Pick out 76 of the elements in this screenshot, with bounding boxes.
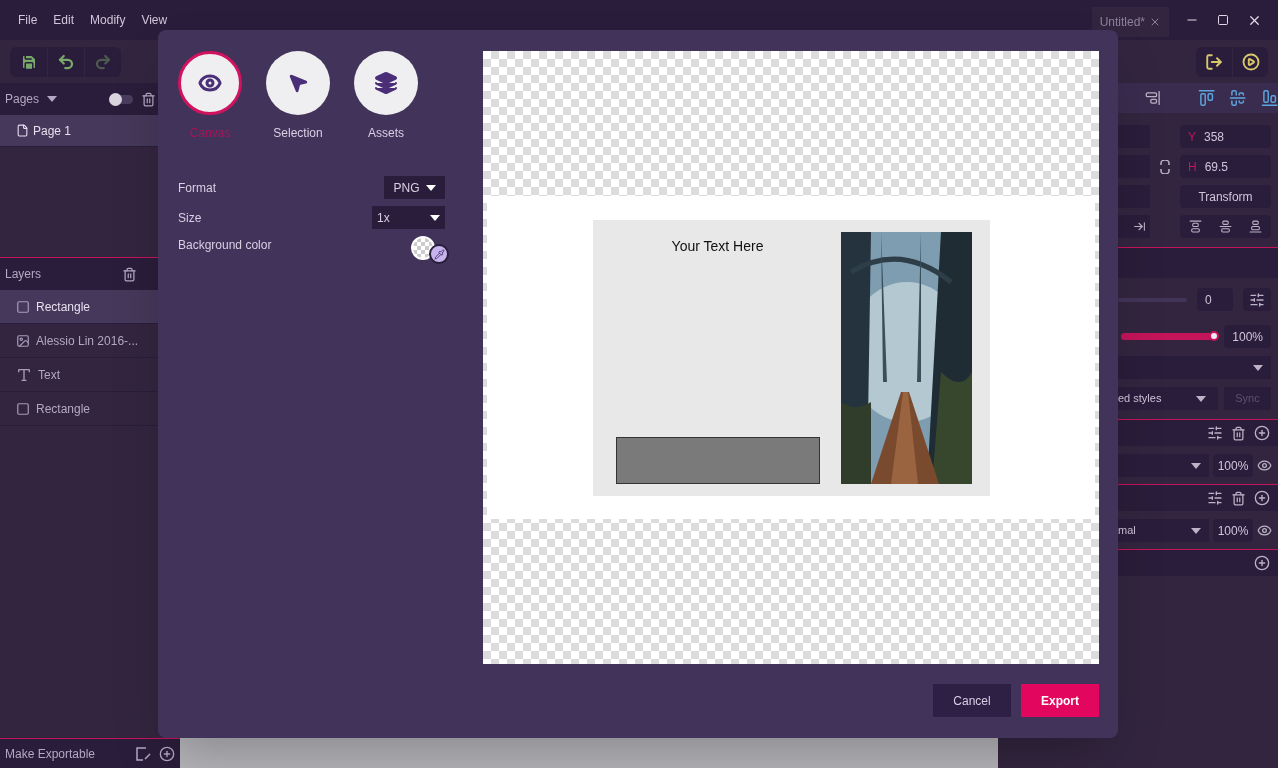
bracket-icon[interactable] xyxy=(1160,159,1170,174)
menu-item[interactable]: View xyxy=(141,11,168,29)
opacity-field[interactable]: 100% xyxy=(1213,519,1253,542)
caret-icon xyxy=(425,184,436,191)
field-label: H xyxy=(1188,158,1197,176)
eye-icon[interactable] xyxy=(1257,523,1272,538)
eye-icon[interactable] xyxy=(1257,458,1272,473)
undo-icon[interactable] xyxy=(57,52,75,71)
y-field[interactable]: Y 358 xyxy=(1180,125,1271,148)
caret-icon xyxy=(430,214,440,221)
opacity-field[interactable]: 100% xyxy=(1224,325,1271,348)
add-icon[interactable] xyxy=(1254,555,1270,571)
square-icon xyxy=(16,401,30,416)
export-button[interactable]: Export xyxy=(1021,684,1099,717)
cancel-button[interactable]: Cancel xyxy=(933,684,1011,717)
caret-icon xyxy=(47,96,58,102)
align-top-icon[interactable] xyxy=(1198,89,1216,107)
align-middle-icon[interactable] xyxy=(1229,89,1247,107)
pointer-icon xyxy=(287,72,309,94)
slider-track[interactable] xyxy=(1118,297,1188,302)
sliders-icon[interactable] xyxy=(1207,490,1223,506)
add-icon[interactable] xyxy=(1254,490,1270,506)
transform-button[interactable]: Transform xyxy=(1180,185,1271,208)
align-right-icon[interactable] xyxy=(1145,90,1161,106)
caret-icon xyxy=(1253,364,1263,371)
styles-dropdown[interactable]: ed styles xyxy=(1118,387,1218,410)
maximize-icon[interactable] xyxy=(1217,14,1229,26)
add-icon[interactable] xyxy=(159,745,175,762)
trash-icon[interactable] xyxy=(122,266,137,282)
footer-label[interactable]: Make Exportable xyxy=(5,744,136,763)
align-edge-icon[interactable] xyxy=(1133,220,1146,233)
frame-edit-icon[interactable] xyxy=(136,746,151,761)
text-icon xyxy=(16,366,32,383)
size-label: Size xyxy=(178,209,202,227)
panel-title: Layers xyxy=(5,266,43,283)
opacity-field[interactable]: 100% xyxy=(1213,454,1253,477)
field-label: Y xyxy=(1188,128,1196,146)
align-bottom-icon[interactable] xyxy=(1260,89,1278,107)
sliders-icon[interactable] xyxy=(1249,291,1266,308)
trash-icon[interactable] xyxy=(1231,425,1246,441)
distribute-top-icon[interactable] xyxy=(1188,220,1202,233)
panel-title: Pages xyxy=(5,91,40,108)
preview-text: Your Text Here xyxy=(670,236,765,256)
format-dropdown[interactable]: PNG xyxy=(384,176,445,199)
square-icon xyxy=(16,299,30,314)
input-field[interactable] xyxy=(1118,125,1150,148)
toggle-switch[interactable] xyxy=(109,94,134,104)
menu-item[interactable]: Modify xyxy=(90,11,126,29)
distribute-bottom-icon[interactable] xyxy=(1249,220,1263,233)
format-label: Format xyxy=(178,179,216,197)
export-icon[interactable] xyxy=(1205,52,1223,71)
caret-icon xyxy=(1191,527,1201,534)
image-icon xyxy=(16,333,30,348)
h-field[interactable]: H 69.5 xyxy=(1180,155,1271,178)
color-swatch[interactable] xyxy=(411,236,449,264)
tab-title: Untitled* xyxy=(1099,14,1145,31)
size-dropdown[interactable]: 1x xyxy=(372,206,445,229)
input-field[interactable] xyxy=(1118,155,1150,178)
caret-icon xyxy=(1191,462,1201,469)
trash-icon[interactable] xyxy=(1231,490,1246,506)
rotation-field[interactable]: 0 xyxy=(1197,288,1234,311)
play-icon[interactable] xyxy=(1241,52,1260,71)
eyedropper-icon xyxy=(433,248,445,260)
caret-icon xyxy=(1196,395,1206,402)
add-icon[interactable] xyxy=(1254,425,1270,441)
input-field[interactable] xyxy=(1118,185,1150,208)
blend-dropdown[interactable]: mal xyxy=(1118,519,1209,542)
document-tab[interactable]: Untitled* xyxy=(1091,7,1169,37)
distribute-middle-icon[interactable] xyxy=(1219,220,1232,233)
sliders-icon[interactable] xyxy=(1207,425,1223,441)
menu-item[interactable]: File xyxy=(18,11,38,29)
page-icon xyxy=(16,124,29,137)
trash-icon[interactable] xyxy=(141,91,157,107)
background-label: Background color xyxy=(178,237,272,254)
layers-icon xyxy=(374,71,398,95)
menu-item[interactable]: Edit xyxy=(53,11,75,29)
